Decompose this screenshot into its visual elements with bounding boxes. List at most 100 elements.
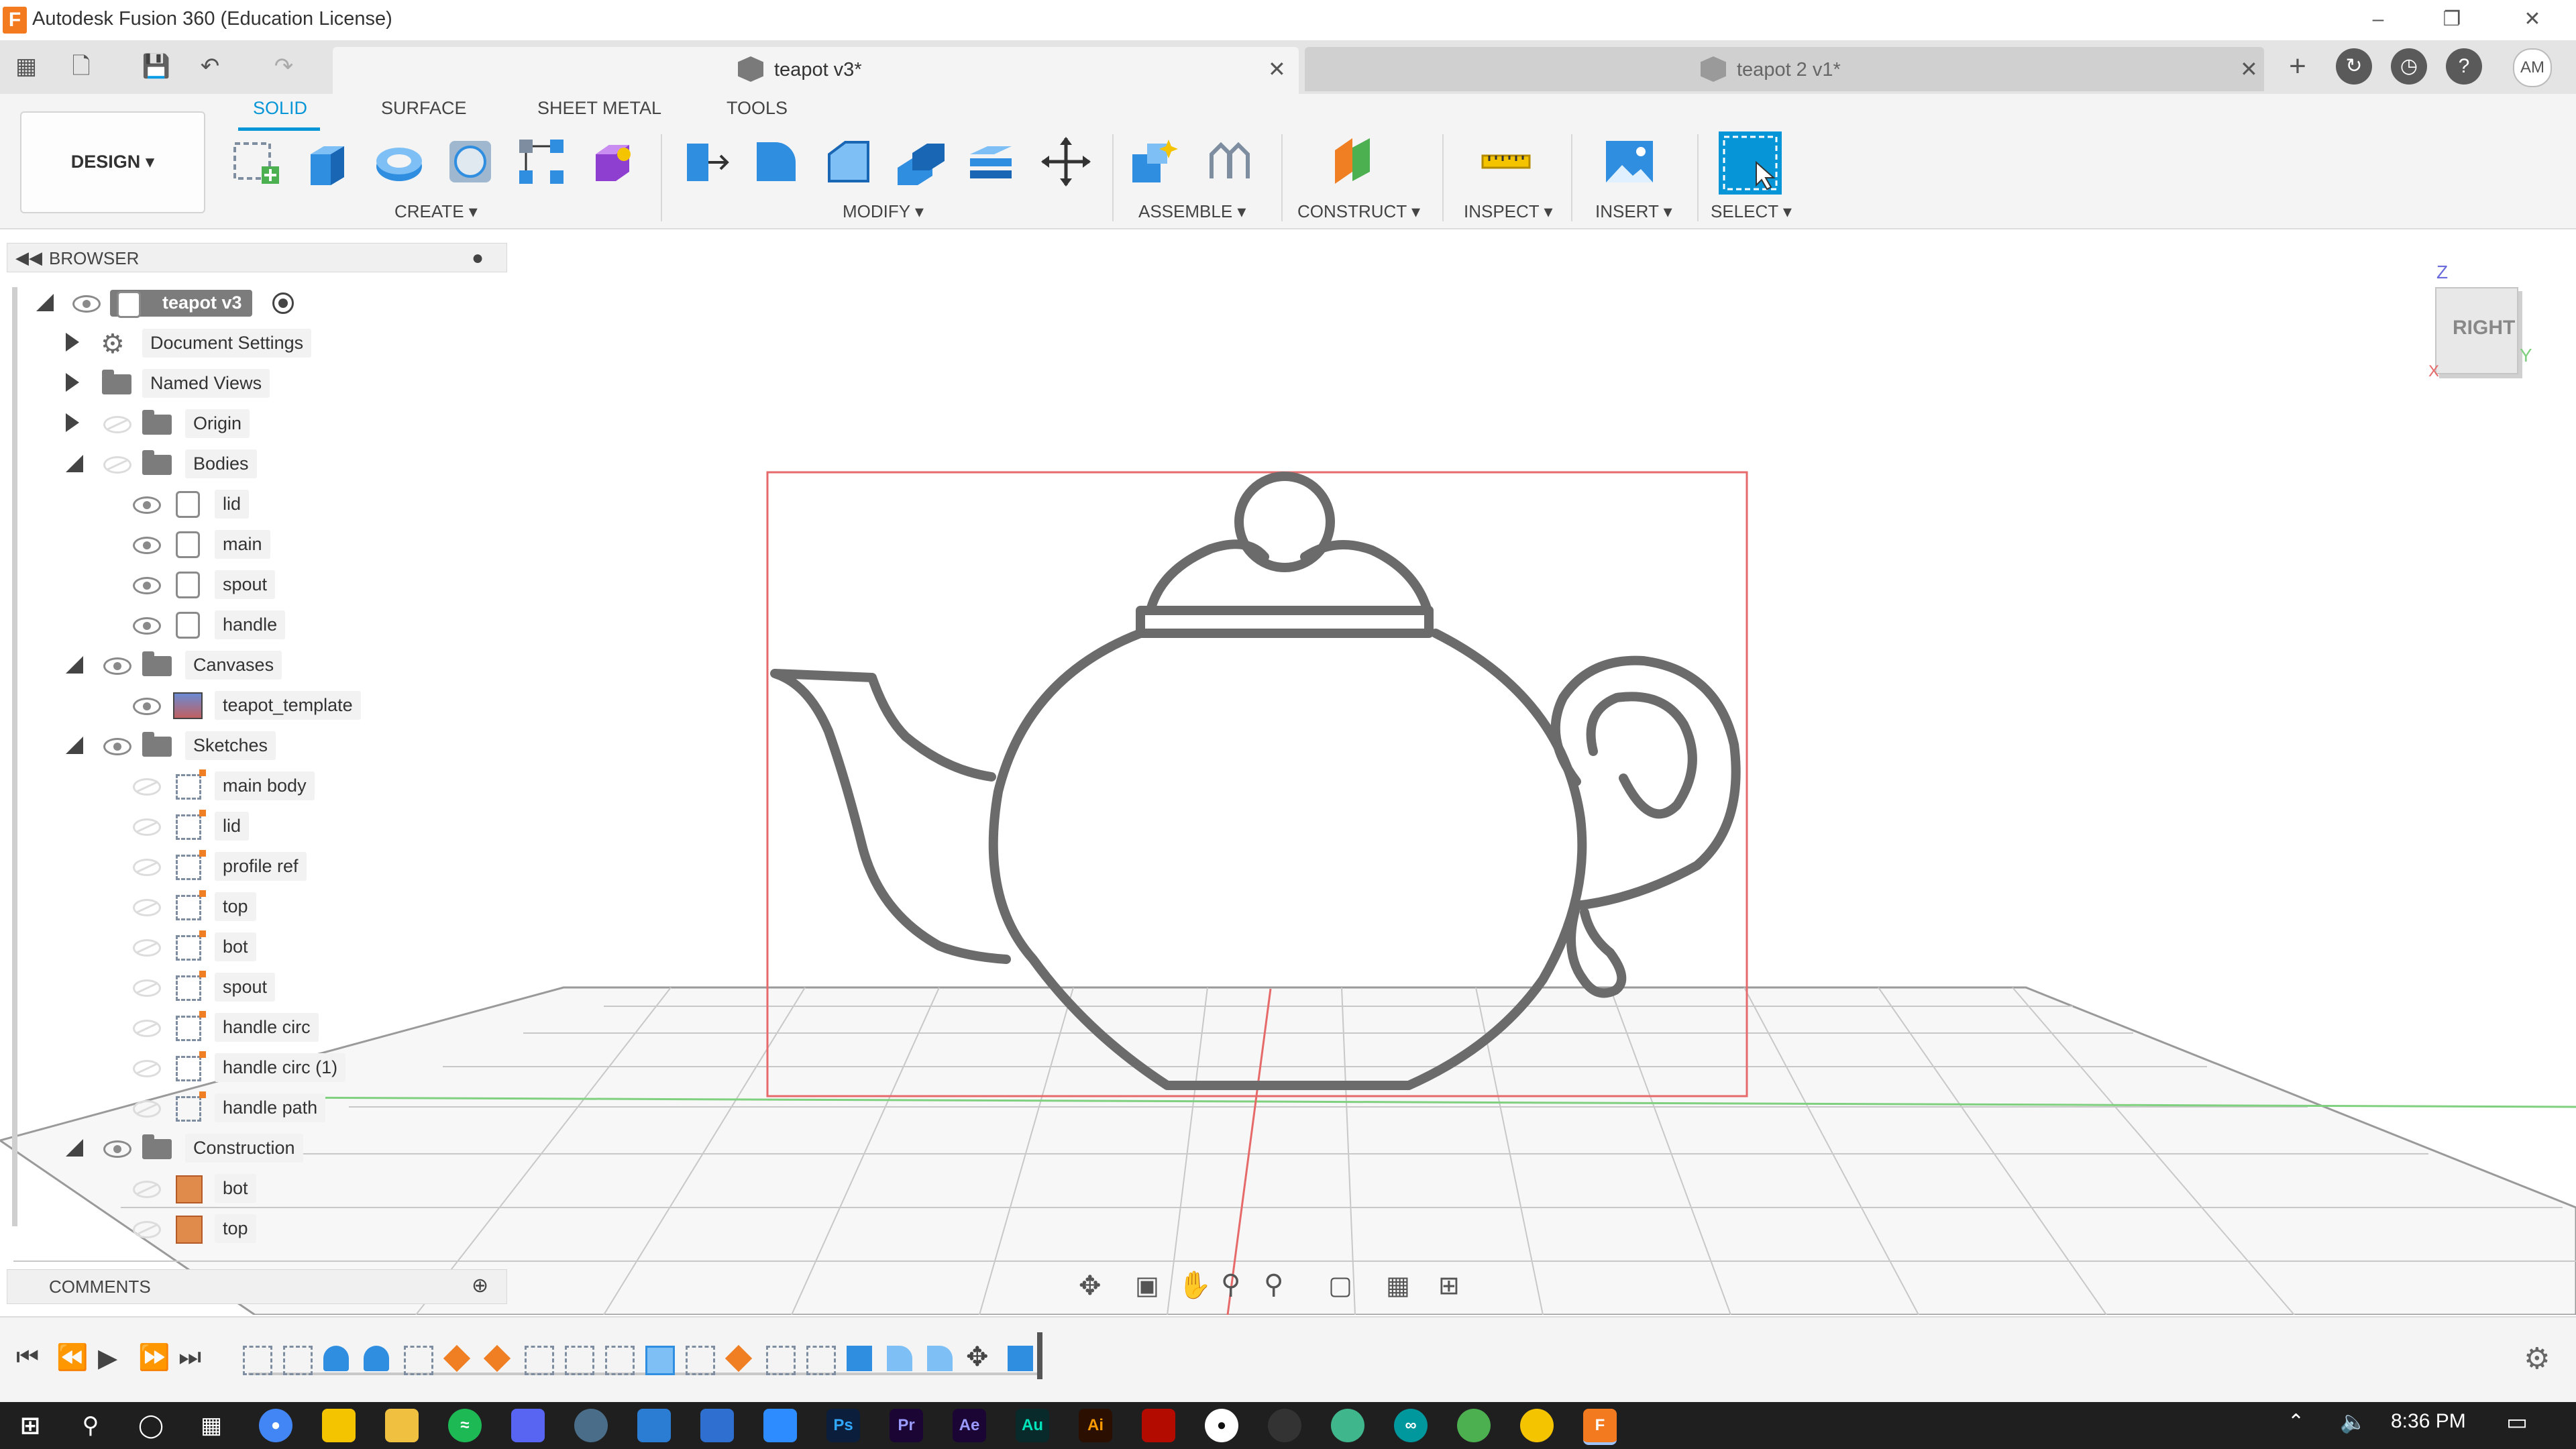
- expand-collapse-icon[interactable]: [66, 737, 83, 754]
- timeline-sketch-icon[interactable]: [565, 1346, 594, 1375]
- browser-item-sketch-bot[interactable]: bot: [0, 928, 510, 965]
- timeline-marker[interactable]: [1037, 1332, 1042, 1379]
- visibility-eye-icon[interactable]: [103, 456, 131, 474]
- browser-item-sketch-main-body[interactable]: main body: [0, 767, 510, 804]
- insert-menu[interactable]: INSERT ▾: [1595, 201, 1672, 222]
- notification-center-icon[interactable]: ▭: [2506, 1409, 2528, 1436]
- start-windows-icon[interactable]: ⊞: [13, 1409, 47, 1442]
- tab-sheet-metal[interactable]: SHEET METAL: [537, 98, 661, 119]
- visibility-eye-icon[interactable]: [133, 899, 161, 916]
- browser-item-canvases[interactable]: Canvases: [0, 647, 510, 683]
- visibility-eye-icon[interactable]: [133, 617, 161, 635]
- select-icon[interactable]: [1719, 131, 1782, 195]
- fusion-taskbar-icon[interactable]: F: [1583, 1409, 1617, 1445]
- fillet-icon[interactable]: [749, 134, 804, 189]
- tab-surface[interactable]: SURFACE: [381, 98, 467, 119]
- move-copy-icon[interactable]: [1038, 134, 1093, 189]
- help-icon[interactable]: ?: [2446, 48, 2482, 85]
- timeline-sketch-icon[interactable]: [766, 1346, 796, 1375]
- timeline-move-icon[interactable]: ✥: [966, 1342, 989, 1373]
- timeline-loft-icon[interactable]: [645, 1346, 675, 1375]
- modify-menu[interactable]: MODIFY ▾: [843, 201, 924, 222]
- timeline-sketch-icon[interactable]: [525, 1346, 554, 1375]
- file-menu-icon[interactable]: 🗋: [66, 50, 97, 83]
- visibility-eye-icon[interactable]: [133, 818, 161, 836]
- visibility-eye-icon[interactable]: [133, 577, 161, 594]
- joint-icon[interactable]: [1202, 134, 1257, 189]
- browser-minimize-icon[interactable]: ●: [472, 247, 484, 270]
- redo-icon[interactable]: ↷: [268, 50, 299, 83]
- restore-button[interactable]: ❐: [2415, 0, 2489, 40]
- construct-menu[interactable]: CONSTRUCT ▾: [1297, 201, 1420, 222]
- timeline-canvas-icon[interactable]: [1008, 1346, 1033, 1371]
- visibility-eye-icon[interactable]: [103, 657, 131, 675]
- tray-chevron-icon[interactable]: ⌃: [2288, 1410, 2304, 1434]
- timeline-sketch-icon[interactable]: [686, 1346, 715, 1375]
- chrome-icon[interactable]: ●: [259, 1409, 292, 1442]
- arduino-icon[interactable]: ∞: [1394, 1409, 1428, 1442]
- snip-icon[interactable]: [700, 1409, 734, 1442]
- browser-item-body-lid[interactable]: lid: [0, 486, 510, 522]
- expand-collapse-icon[interactable]: [66, 1139, 83, 1157]
- browser-item-canvas-teapot-template[interactable]: teapot_template: [0, 687, 510, 723]
- photoshop-icon[interactable]: Ps: [826, 1409, 860, 1442]
- browser-item-sketch-spout[interactable]: spout: [0, 969, 510, 1005]
- insert-image-icon[interactable]: [1602, 134, 1657, 189]
- undo-icon[interactable]: ↶: [195, 50, 225, 83]
- browser-item-plane-bot[interactable]: bot: [0, 1170, 510, 1206]
- inspect-menu[interactable]: INSPECT ▾: [1464, 201, 1553, 222]
- timeline-sketch-icon[interactable]: [605, 1346, 635, 1375]
- rectangular-pattern-icon[interactable]: [514, 134, 569, 189]
- visibility-eye-icon[interactable]: [133, 859, 161, 876]
- revolve-icon[interactable]: [372, 134, 427, 189]
- timeline-revolve-icon[interactable]: [364, 1346, 389, 1371]
- browser-item-origin[interactable]: Origin: [0, 405, 510, 441]
- expand-collapse-icon[interactable]: [66, 455, 83, 472]
- comments-panel[interactable]: COMMENTS ⊕: [7, 1269, 507, 1304]
- pan-icon[interactable]: ✋: [1178, 1269, 1212, 1301]
- browser-item-bodies[interactable]: Bodies: [0, 445, 510, 482]
- tab-close-icon[interactable]: ✕: [1268, 56, 1286, 82]
- timeline-sweep-icon[interactable]: [847, 1346, 872, 1371]
- user-avatar[interactable]: AM: [2513, 48, 2552, 87]
- extrude-icon[interactable]: [300, 134, 355, 189]
- timeline-settings-gear-icon[interactable]: ⚙: [2524, 1342, 2550, 1376]
- collapse-browser-icon[interactable]: ◀◀: [15, 248, 42, 268]
- create-sketch-icon[interactable]: [228, 134, 283, 189]
- app-icon[interactable]: ●: [1205, 1409, 1238, 1442]
- zoom-icon[interactable]: ⚲: [1221, 1269, 1240, 1300]
- file-explorer-icon[interactable]: [385, 1409, 419, 1442]
- globe-icon[interactable]: [1457, 1409, 1491, 1442]
- combine-icon[interactable]: [963, 134, 1018, 189]
- browser-item-body-main[interactable]: main: [0, 526, 510, 562]
- browser-item-named-views[interactable]: Named Views: [0, 365, 510, 401]
- browser-root-row[interactable]: teapot v3: [0, 284, 510, 321]
- timeline-sketch-icon[interactable]: [243, 1346, 272, 1375]
- tab-tools[interactable]: TOOLS: [727, 98, 788, 119]
- go-to-start-icon[interactable]: ⏮: [16, 1343, 39, 1372]
- step-back-icon[interactable]: ⏪: [56, 1343, 88, 1373]
- fit-icon[interactable]: ⚲: [1264, 1269, 1283, 1300]
- github-icon[interactable]: [1268, 1409, 1301, 1442]
- hole-icon[interactable]: [443, 134, 498, 189]
- step-forward-icon[interactable]: ⏩: [138, 1343, 170, 1373]
- orbit-icon[interactable]: ✥: [1079, 1271, 1102, 1301]
- visibility-eye-icon[interactable]: [133, 496, 161, 514]
- add-comment-icon[interactable]: ⊕: [472, 1274, 488, 1297]
- look-at-icon[interactable]: ▣: [1135, 1271, 1159, 1301]
- create-menu[interactable]: CREATE ▾: [394, 201, 478, 222]
- browser-item-sketch-handle-circ[interactable]: handle circ: [0, 1009, 510, 1045]
- visibility-eye-icon[interactable]: [133, 1020, 161, 1037]
- taskbar-clock[interactable]: 8:36 PM: [2391, 1410, 2466, 1433]
- visibility-eye-icon[interactable]: [133, 939, 161, 957]
- offset-plane-icon[interactable]: [1328, 134, 1383, 189]
- browser-item-sketch-profile-ref[interactable]: profile ref: [0, 848, 510, 884]
- sticky-notes-icon[interactable]: [322, 1409, 356, 1442]
- timeline-sketch-icon[interactable]: [806, 1346, 836, 1375]
- viewcube[interactable]: RIGHT: [2435, 287, 2518, 374]
- visibility-eye-icon[interactable]: [133, 698, 161, 715]
- calculator-icon[interactable]: [637, 1409, 671, 1442]
- visibility-eye-icon[interactable]: [133, 979, 161, 997]
- data-panel-grid-icon[interactable]: ▦: [11, 50, 42, 83]
- save-icon[interactable]: 💾: [141, 50, 172, 83]
